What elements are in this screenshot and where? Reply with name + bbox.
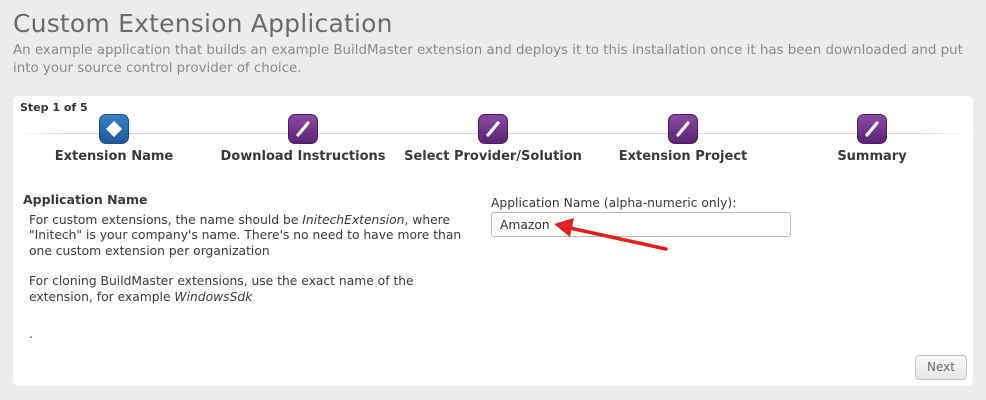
pencil-icon [478,114,508,144]
wizard-step-summary[interactable]: Summary [772,114,972,164]
step-counter: Step 1 of 5 [20,101,88,114]
page-title: Custom Extension Application [13,9,393,38]
wizard-step-label: Select Provider/Solution [404,149,582,164]
page-subtitle: An example application that builds an ex… [13,43,963,76]
help-paragraph-cloning: For cloning BuildMaster extensions, use … [29,274,478,305]
wizard-step-extension-name[interactable]: Extension Name [14,114,214,164]
wizard-step-download-instructions[interactable]: Download Instructions [203,114,403,164]
wizard-panel: Step 1 of 5 Extension Name Download Inst… [13,96,973,386]
pencil-icon [288,114,318,144]
pencil-icon [668,114,698,144]
wizard-step-label: Extension Project [618,149,748,164]
help-paragraph-custom: For custom extensions, the name should b… [29,213,478,260]
pencil-icon [857,114,887,144]
diamond-icon [99,114,129,144]
help-text: For custom extensions, the name should b… [29,212,303,227]
next-button[interactable]: Next [915,355,967,380]
wizard-step-extension-project[interactable]: Extension Project [583,114,783,164]
wizard-step-select-provider[interactable]: Select Provider/Solution [393,114,593,164]
annotation-arrow-icon [554,218,668,251]
wizard-step-label: Summary [837,149,907,164]
help-section: Application Name For custom extensions, … [23,192,478,343]
wizard-step-label: Extension Name [54,149,174,164]
help-example-name: WindowsSdk [174,289,253,304]
help-example-name: InitechExtension [302,212,405,227]
help-trailing-dot: . [29,327,33,341]
wizard-step-label: Download Instructions [220,149,386,164]
help-heading: Application Name [23,192,148,207]
application-name-label: Application Name (alpha-numeric only): [491,196,737,210]
